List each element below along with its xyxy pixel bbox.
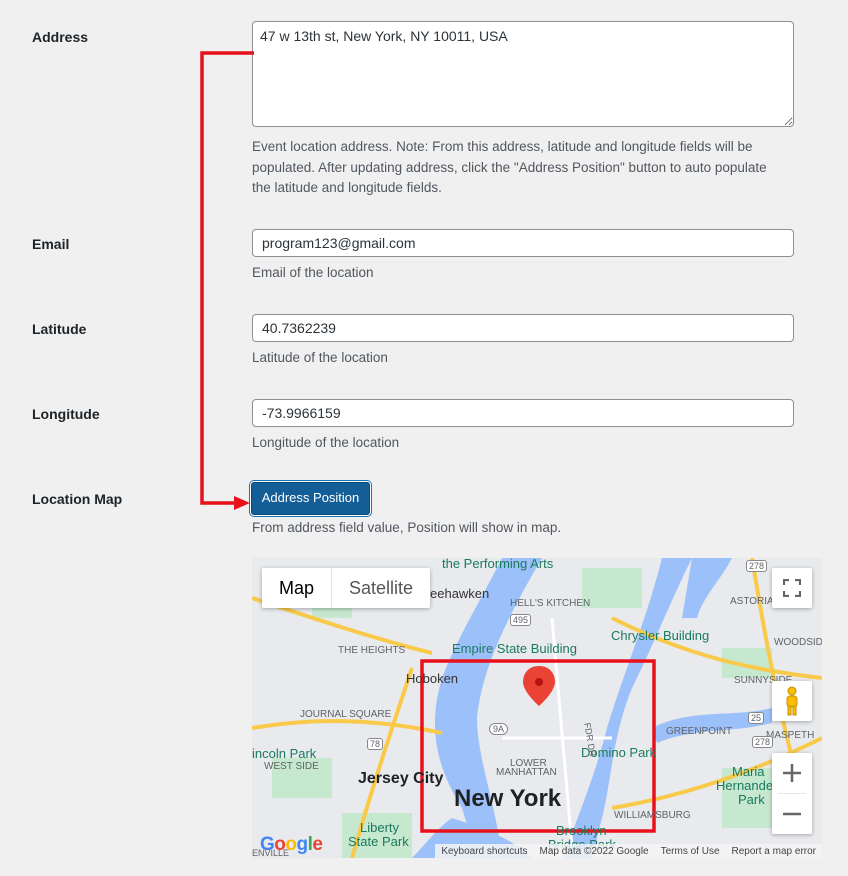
map-data-attribution: Map data ©2022 Google	[539, 845, 649, 857]
map-label-journal-square: JOURNAL SQUARE	[300, 709, 392, 720]
map-label-performing-arts: the Performing Arts	[442, 558, 554, 571]
map-footer: Keyboard shortcuts Map data ©2022 Google…	[435, 844, 822, 858]
map-label-empire-state: Empire State Building	[452, 641, 578, 656]
map-label-lincoln-park: incoln Park	[252, 746, 317, 761]
street-view-pegman-button[interactable]	[772, 681, 812, 721]
map-type-control: Map Satellite	[262, 568, 431, 608]
pegman-icon	[786, 686, 798, 716]
map-label-weehawken: eehawken	[430, 586, 490, 601]
zoom-control	[772, 753, 812, 834]
route-shield-495: 495	[510, 614, 532, 626]
map-label-greenpoint: GREENPOINT	[666, 726, 733, 737]
map-label-hoboken: Hoboken	[406, 671, 459, 686]
fullscreen-button[interactable]	[772, 568, 812, 608]
map-label-maria-3: Park	[738, 792, 765, 807]
map-label-hells-kitchen: HELL'S KITCHEN	[510, 598, 591, 609]
zoom-in-button[interactable]	[772, 753, 812, 793]
map-label-brooklyn-1: Brooklyn	[556, 823, 607, 838]
plus-icon	[783, 764, 801, 782]
map-label-liberty-2: State Park	[348, 834, 409, 849]
keyboard-shortcuts-link[interactable]: Keyboard shortcuts	[441, 846, 527, 857]
report-map-error-link[interactable]: Report a map error	[732, 846, 816, 857]
location-map[interactable]: the Performing Arts eehawken HELL'S KITC…	[252, 558, 822, 858]
fullscreen-icon	[783, 579, 801, 597]
map-label-new-york: New York	[454, 785, 562, 812]
map-label-maria-1: Maria	[732, 764, 765, 779]
map-label-jersey-city: Jersey City	[358, 770, 444, 787]
google-logo: Google	[260, 834, 323, 855]
map-label-the-heights: THE HEIGHTS	[338, 645, 406, 656]
map-label-maspeth: MASPETH	[766, 730, 815, 741]
route-shield-278-south: 278	[752, 736, 774, 748]
map-label-woodside: WOODSIDE	[774, 637, 822, 648]
map-label-chrysler: Chrysler Building	[611, 628, 710, 643]
route-shield-25: 25	[748, 712, 765, 724]
map-type-satellite-button[interactable]: Satellite	[331, 568, 430, 608]
minus-icon	[783, 812, 801, 816]
map-label-maria-2: Hernande	[716, 778, 774, 793]
map-label-astoria: ASTORIA	[730, 596, 774, 607]
map-label-liberty-1: Liberty	[360, 820, 400, 835]
zoom-out-button[interactable]	[772, 794, 812, 834]
map-label-williamsburg: WILLIAMSBURG	[614, 810, 691, 821]
route-shield-278-north: 278	[746, 560, 768, 572]
terms-of-use-link[interactable]: Terms of Use	[661, 846, 720, 857]
map-type-map-button[interactable]: Map	[262, 568, 331, 608]
map-label-west-side: WEST SIDE	[264, 761, 319, 772]
route-shield-78: 78	[367, 738, 384, 750]
map-label-lower-2: MANHATTAN	[496, 767, 557, 778]
route-shield-9a: 9A	[489, 723, 509, 735]
